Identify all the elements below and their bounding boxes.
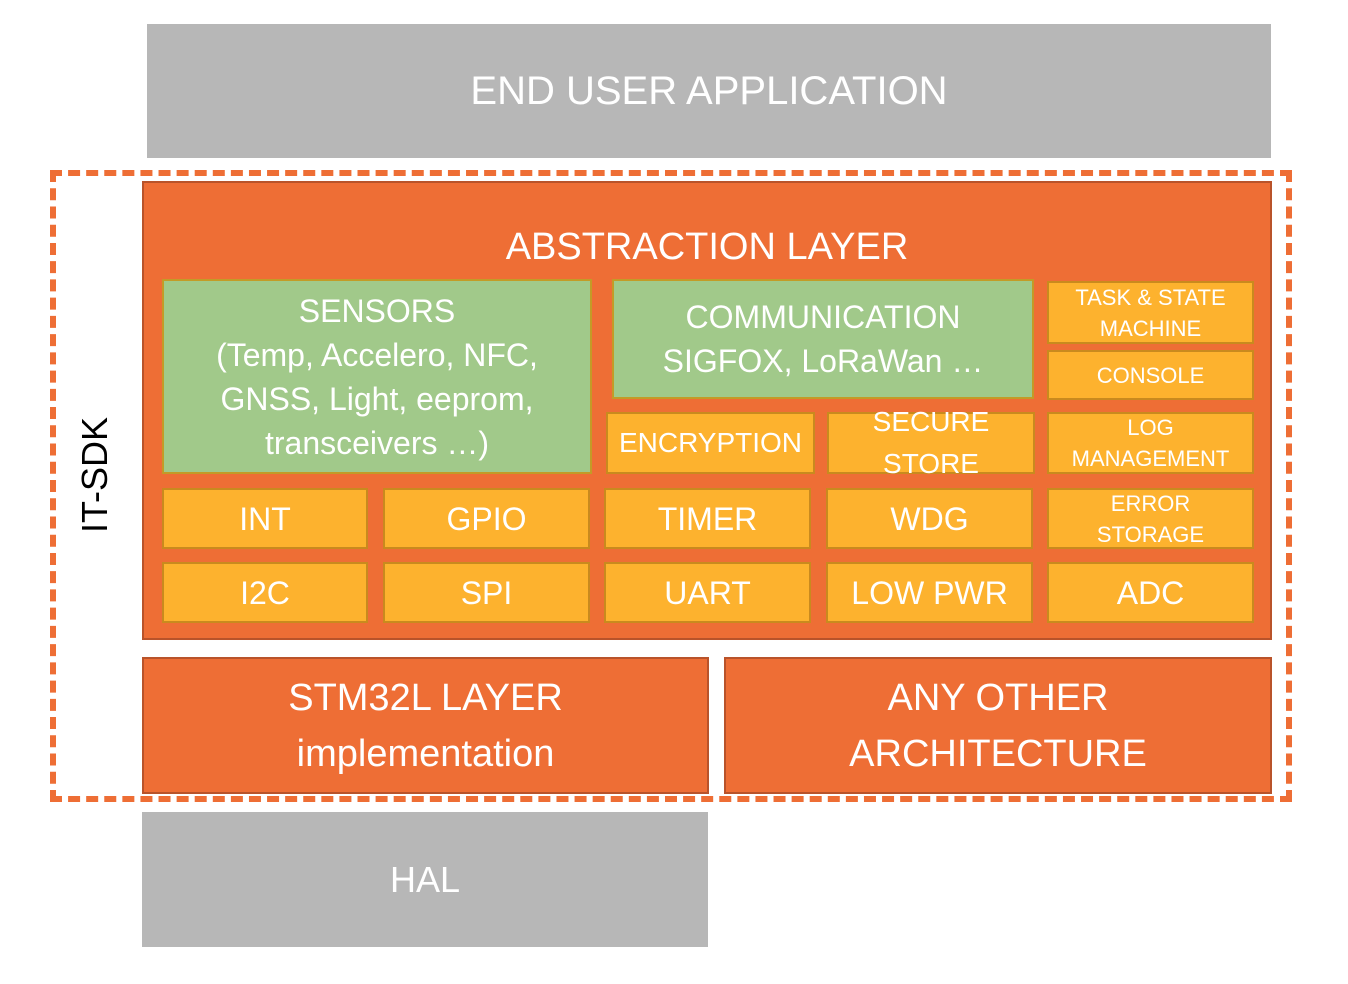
it-sdk-label-text: IT-SDK xyxy=(74,416,116,534)
driver-low-pwr: LOW PWR xyxy=(826,562,1033,623)
driver-timer: TIMER xyxy=(604,488,811,549)
secure-store-block: SECURE STORE xyxy=(827,406,1035,479)
it-sdk-label: IT-SDK xyxy=(60,410,130,540)
stm32l-layer-block: STM32L LAYER implementation xyxy=(142,657,709,794)
communication-block: COMMUNICATION SIGFOX, LoRaWan … xyxy=(612,279,1034,399)
driver-wdg: WDG xyxy=(826,488,1033,549)
driver-gpio: GPIO xyxy=(383,488,590,549)
driver-adc: ADC xyxy=(1047,562,1254,623)
abstraction-layer-title: ABSTRACTION LAYER xyxy=(505,226,909,268)
error-storage-block: ERROR STORAGE xyxy=(1047,488,1254,549)
end-user-application-block: END USER APPLICATION xyxy=(147,24,1271,158)
driver-i2c: I2C xyxy=(162,562,368,623)
hal-block: HAL xyxy=(142,812,708,947)
driver-uart: UART xyxy=(604,562,811,623)
driver-spi: SPI xyxy=(383,562,590,623)
task-state-machine-block: TASK & STATE MACHINE xyxy=(1047,281,1254,344)
encryption-block: ENCRYPTION xyxy=(606,412,815,474)
log-management-block: LOG MANAGEMENT xyxy=(1047,412,1254,474)
console-block: CONSOLE xyxy=(1047,350,1254,400)
driver-int: INT xyxy=(162,488,368,549)
sensors-block: SENSORS (Temp, Accelero, NFC, GNSS, Ligh… xyxy=(162,279,592,474)
any-other-architecture-block: ANY OTHER ARCHITECTURE xyxy=(724,657,1272,794)
